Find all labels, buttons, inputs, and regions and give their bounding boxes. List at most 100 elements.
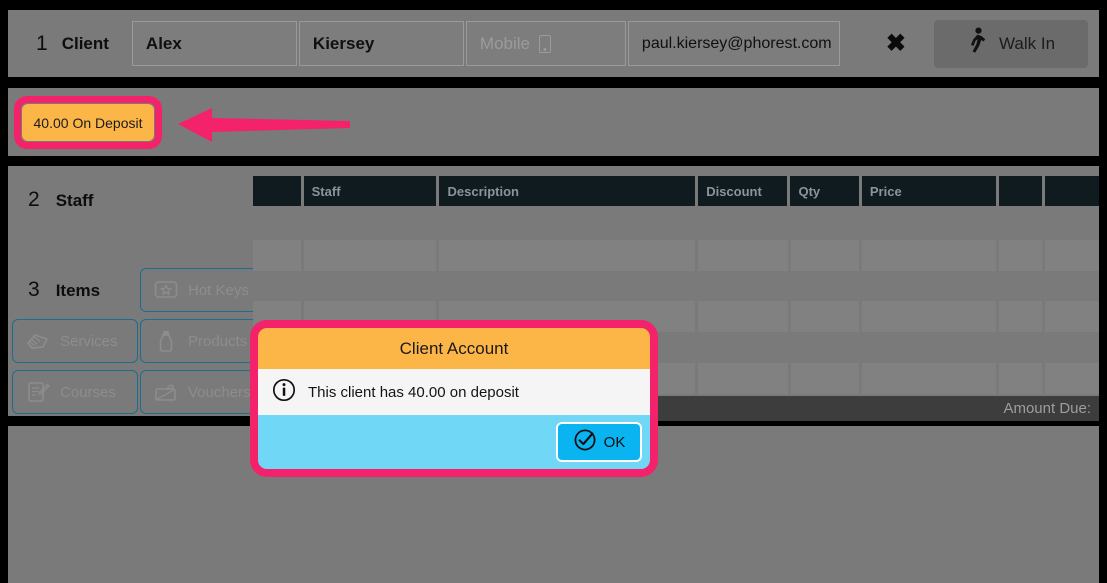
products-label: Products — [188, 332, 248, 350]
mobile-placeholder-text: Mobile — [479, 33, 531, 53]
close-x-icon[interactable]: ✖ — [886, 31, 906, 56]
courses-label: Courses — [60, 383, 116, 401]
table-header-row: Staff Description Discount Qty Price — [253, 176, 1099, 206]
table-row[interactable] — [862, 271, 996, 302]
table-row[interactable] — [1045, 239, 1099, 271]
table-row[interactable] — [698, 209, 787, 240]
table-row[interactable] — [1045, 271, 1099, 302]
table-row[interactable] — [791, 332, 859, 363]
table-row[interactable] — [698, 362, 788, 394]
column-header-description[interactable]: Description — [439, 176, 696, 206]
table-row[interactable] — [861, 362, 996, 394]
services-label: Services — [60, 332, 118, 350]
table-row[interactable] — [1045, 209, 1099, 240]
products-button[interactable]: Products — [140, 319, 258, 363]
table-row[interactable] — [861, 239, 996, 271]
amount-due-label: Amount Due: — [1003, 400, 1091, 417]
table-row[interactable] — [698, 301, 788, 333]
table-row[interactable] — [862, 332, 996, 363]
table-row[interactable] — [791, 209, 859, 240]
table-row[interactable] — [439, 239, 696, 271]
client-step-number: 1 — [36, 31, 48, 55]
star-badge-icon — [153, 277, 179, 303]
courses-button[interactable]: Courses — [12, 370, 138, 414]
table-row[interactable] — [791, 271, 859, 302]
table-row[interactable] — [253, 271, 301, 302]
table-row[interactable] — [253, 239, 301, 271]
table-row[interactable] — [253, 209, 301, 240]
table-column[interactable] — [998, 209, 1043, 394]
table-row[interactable] — [1045, 332, 1099, 363]
column-header-discount[interactable]: Discount — [698, 176, 788, 206]
client-account-dialog: Client Account This client has 40.00 on … — [258, 328, 650, 469]
services-button[interactable]: Services — [12, 319, 138, 363]
check-circle-icon — [573, 428, 597, 456]
column-header-blank[interactable] — [998, 176, 1043, 206]
walk-in-label: Walk In — [999, 33, 1056, 53]
staff-step-label: Staff — [55, 191, 94, 210]
table-row[interactable] — [1045, 301, 1099, 333]
ok-label: OK — [603, 433, 626, 451]
column-header-qty[interactable]: Qty — [790, 176, 859, 206]
dialog-body: This client has 40.00 on deposit — [258, 369, 650, 415]
table-row[interactable] — [998, 239, 1043, 271]
items-step-number: 3 — [28, 278, 40, 301]
dialog-title: Client Account — [258, 328, 650, 369]
table-row[interactable] — [999, 332, 1043, 363]
deposit-chip-button[interactable]: 40.00 On Deposit — [22, 104, 154, 141]
deposit-panel: 40.00 On Deposit — [8, 88, 1099, 156]
ok-button[interactable]: OK — [556, 422, 642, 462]
left-arrow-annotation — [176, 102, 351, 146]
items-step-label: Items — [55, 281, 101, 300]
table-row[interactable] — [862, 209, 996, 240]
table-row[interactable] — [1045, 362, 1099, 394]
dialog-message: This client has 40.00 on deposit — [308, 383, 519, 401]
info-circle-icon — [272, 378, 296, 407]
table-row[interactable] — [304, 209, 437, 240]
table-column[interactable] — [1045, 209, 1099, 394]
pos-screen: 1 Client Alex Kiersey Mobile paul.kierse… — [0, 0, 1107, 583]
table-row[interactable] — [999, 271, 1043, 302]
table-row[interactable] — [999, 209, 1043, 240]
table-row[interactable] — [439, 209, 695, 240]
phone-icon — [539, 34, 552, 53]
table-row[interactable] — [998, 362, 1043, 394]
clipboard-pencil-icon — [25, 379, 51, 405]
hot-keys-label: Hot Keys — [188, 281, 249, 299]
column-header-price[interactable]: Price — [861, 176, 996, 206]
table-row[interactable] — [790, 239, 859, 271]
table-row[interactable] — [698, 271, 787, 302]
table-row[interactable] — [303, 239, 437, 271]
table-column[interactable] — [790, 209, 859, 394]
walking-person-icon — [967, 27, 987, 60]
staff-step: 2 Staff — [28, 188, 93, 212]
vouchers-button[interactable]: Vouchers — [140, 370, 258, 414]
table-row[interactable] — [861, 301, 996, 333]
column-header-blank[interactable] — [1045, 176, 1099, 206]
gift-voucher-icon — [153, 379, 179, 405]
column-header-blank[interactable] — [253, 176, 301, 206]
dialog-footer: OK — [258, 415, 650, 469]
table-column[interactable] — [861, 209, 996, 394]
table-row[interactable] — [790, 362, 859, 394]
table-column[interactable] — [698, 209, 788, 394]
last-name-field[interactable]: Kiersey — [298, 21, 464, 66]
staff-step-number: 2 — [28, 188, 40, 211]
column-header-staff[interactable]: Staff — [303, 176, 437, 206]
mobile-field[interactable]: Mobile — [465, 21, 626, 66]
table-row[interactable] — [998, 301, 1043, 333]
walk-in-button[interactable]: Walk In — [934, 19, 1089, 68]
hand-services-icon — [25, 328, 51, 354]
vouchers-label: Vouchers — [188, 383, 251, 401]
table-row[interactable] — [698, 332, 787, 363]
table-row[interactable] — [304, 271, 437, 302]
table-row[interactable] — [439, 271, 695, 302]
items-step: 3 Items — [28, 278, 100, 302]
bottle-icon — [153, 328, 179, 354]
client-step-label: Client — [61, 33, 109, 53]
first-name-field[interactable]: Alex — [131, 21, 297, 66]
hot-keys-button[interactable]: Hot Keys — [140, 268, 258, 312]
email-field[interactable]: paul.kiersey@phorest.com — [627, 21, 840, 66]
table-row[interactable] — [790, 301, 859, 333]
table-row[interactable] — [698, 239, 788, 271]
